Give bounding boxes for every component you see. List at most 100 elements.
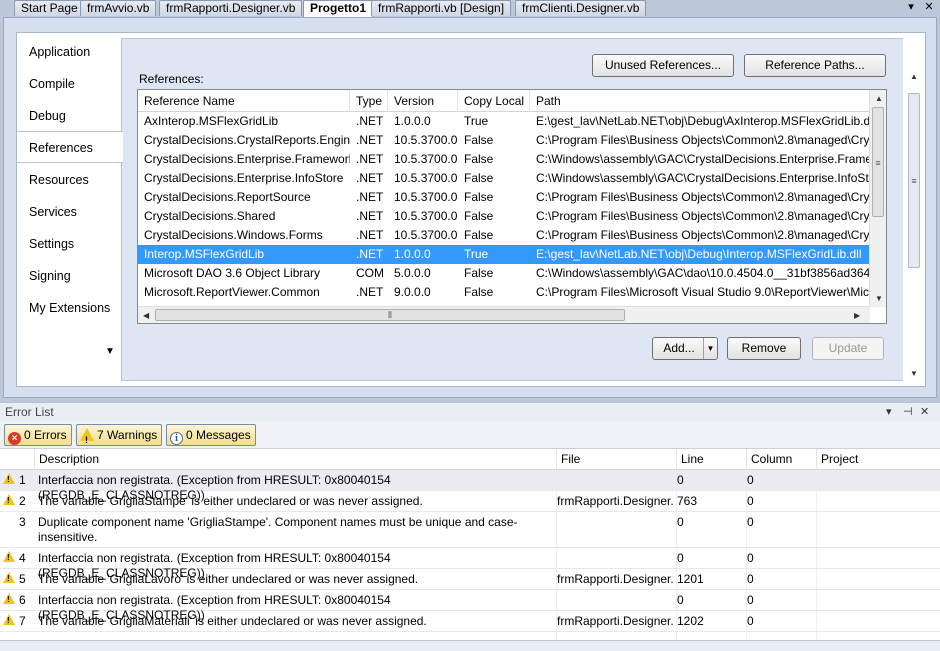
error-icon: × [8,432,21,445]
error-list-header: Description File Line Column Project [0,449,940,470]
error-project [817,470,937,473]
ref-path-cell: C:\Program Files\Business Objects\Common… [536,228,870,242]
tab-frmrapporti-design[interactable]: frmRapporti.vb [Design] [371,0,512,16]
ref-type-cell: .NET [356,247,384,261]
nav-item-my-extensions[interactable]: My Extensions [17,291,121,323]
scroll-down-icon[interactable]: ▼ [910,369,918,378]
error-row[interactable]: ! 4 Interfaccia non registrata. (Exception… [0,548,940,580]
scroll-thumb[interactable]: ≡ [872,107,884,217]
tab-frmclienti-designer[interactable]: frmClienti.Designer.vb [515,0,647,16]
error-row[interactable]: ! 2 The variable 'GrigliaStampe' is either… [0,491,940,512]
table-row[interactable]: CrystalDecisions.ReportSource .NET 10.5.37… [138,188,870,207]
error-number: 4 [19,551,26,565]
scroll-thumb[interactable]: ⦀ [155,309,625,321]
ref-name-cell: CrystalDecisions.ReportSource [144,190,311,204]
col-header-reference-name[interactable]: Reference Name [138,90,350,112]
scroll-up-icon[interactable]: ▲ [910,72,918,81]
error-row[interactable]: ! 7 The variable 'GrigliaMateriali' is eit… [0,611,940,632]
col-header-column[interactable]: Column [746,449,816,470]
ref-name-cell: CrystalDecisions.Enterprise.Framework [144,152,350,166]
ref-version-cell: 1.0.0.0 [394,247,431,261]
error-row[interactable]: 3 Duplicate component name 'GrigliaStampe… [0,512,940,548]
table-row[interactable]: Interop.MSFlexGridLib .NET 1.0.0.0 True E:\g… [138,245,870,264]
table-row[interactable]: CrystalDecisions.Shared .NET 10.5.3700.0 Fa… [138,207,870,226]
col-header-path[interactable]: Path [530,90,870,112]
table-row[interactable]: CrystalDecisions.Enterprise.InfoStore .NE… [138,169,870,188]
references-horizontal-scrollbar[interactable]: ◀ ⦀ ▶ [138,306,870,323]
ref-copy-local-cell: False [464,171,494,185]
close-icon[interactable]: ✕ [920,405,929,418]
scroll-left-icon[interactable]: ◀ [143,311,149,320]
error-column: 0 [747,515,754,529]
references-list[interactable]: Reference Name Type Version Copy Local P… [137,89,887,324]
ref-type-cell: .NET [356,285,384,299]
project-designer: Application Compile Debug References Res… [3,17,937,398]
ref-version-cell: 10.5.3700.0 [394,133,458,147]
scroll-thumb[interactable]: ≡ [908,93,920,268]
error-line: 0 [677,551,684,565]
error-row[interactable]: ! 5 The variable 'GrigliaLavoro' is either… [0,569,940,590]
nav-item-settings[interactable]: Settings [17,227,121,259]
col-header-project[interactable]: Project [816,449,940,470]
error-row[interactable]: ! 1 Interfaccia non registrata. (Exception… [0,470,940,502]
document-tab-strip: Start Page frmAvvio.vb frmRapporti.Desig… [0,0,940,17]
col-header-file[interactable]: File [556,449,676,470]
close-icon[interactable]: ✕ [922,0,936,14]
error-row[interactable]: ! 6 Interfaccia non registrata. (Exception… [0,590,940,622]
warnings-filter-button[interactable]: ! 7 Warnings [76,424,163,446]
nav-item-compile[interactable]: Compile [17,67,121,99]
error-column: 0 [747,494,754,508]
tab-frmavvio[interactable]: frmAvvio.vb [80,0,157,16]
nav-item-application[interactable]: Application [17,35,121,67]
tab-start-page[interactable]: Start Page [14,0,85,16]
chevron-down-icon[interactable]: ▾ [886,405,892,418]
table-row[interactable]: Microsoft DAO 3.6 Object Library COM 5.0.0… [138,264,870,283]
ref-copy-local-cell: False [464,228,494,242]
table-row[interactable]: AxInterop.MSFlexGridLib .NET 1.0.0.0 True E:… [138,112,870,131]
error-line: 1202 [677,614,704,628]
ref-version-cell: 10.5.3700.0 [394,190,458,204]
reference-paths-button[interactable]: Reference Paths... [744,54,886,77]
error-list-toolbar: × 0 Errors ! 7 Warnings i0 Messages [0,421,940,449]
col-header-line[interactable]: Line [676,449,746,470]
col-header-type[interactable]: Type [350,90,388,112]
chevron-down-icon[interactable]: ▼ [703,338,717,359]
table-row[interactable]: CrystalDecisions.Enterprise.Framework .NE… [138,150,870,169]
pin-icon[interactable]: ⊣ [903,405,913,418]
scroll-up-icon[interactable]: ▲ [875,94,883,103]
nav-item-services[interactable]: Services [17,195,121,227]
error-project [817,548,937,551]
add-reference-button[interactable]: Add... ▼ [652,337,718,360]
references-vertical-scrollbar[interactable]: ▲ ≡ ▼ [869,90,886,307]
ref-version-cell: 10.5.3700.0 [394,228,458,242]
tab-frmrapporti-designer[interactable]: frmRapporti.Designer.vb [159,0,303,16]
error-line: 763 [677,494,698,508]
ref-version-cell: 10.5.3700.0 [394,171,458,185]
error-number: 7 [19,614,26,628]
col-header-copy-local[interactable]: Copy Local [458,90,530,112]
page-vertical-scrollbar[interactable]: ▲ ≡ ▼ [905,72,922,378]
tab-progetto1[interactable]: Progetto1 [303,0,374,17]
errors-filter-button[interactable]: × 0 Errors [4,424,72,446]
nav-item-signing[interactable]: Signing [17,259,121,291]
table-row[interactable]: CrystalDecisions.CrystalReports.Engine .N… [138,131,870,150]
scroll-down-icon[interactable]: ▼ [875,294,883,303]
nav-item-debug[interactable]: Debug [17,99,121,131]
ref-type-cell: .NET [356,133,384,147]
error-list-titlebar: Error List ▾ ⊣ ✕ [0,402,940,421]
nav-item-references[interactable]: References [17,131,123,163]
ref-copy-local-cell: False [464,266,494,280]
warning-icon: ! [3,590,15,604]
table-row[interactable]: CrystalDecisions.Windows.Forms .NET 10.5.3… [138,226,870,245]
warning-icon: ! [3,548,15,562]
remove-reference-button[interactable]: Remove [727,337,801,360]
table-row[interactable]: Microsoft.ReportViewer.Common .NET 9.0.0.0… [138,283,870,302]
unused-references-button[interactable]: Unused References... [592,54,734,77]
nav-item-resources[interactable]: Resources [17,163,121,195]
col-header-description[interactable]: Description [34,449,556,470]
scroll-right-icon[interactable]: ▶ [854,311,860,320]
messages-filter-button[interactable]: i0 Messages [166,424,256,446]
col-header-version[interactable]: Version [388,90,458,112]
chevron-down-icon[interactable]: ▼ [105,346,115,357]
chevron-down-icon[interactable]: ▾ [904,0,918,14]
